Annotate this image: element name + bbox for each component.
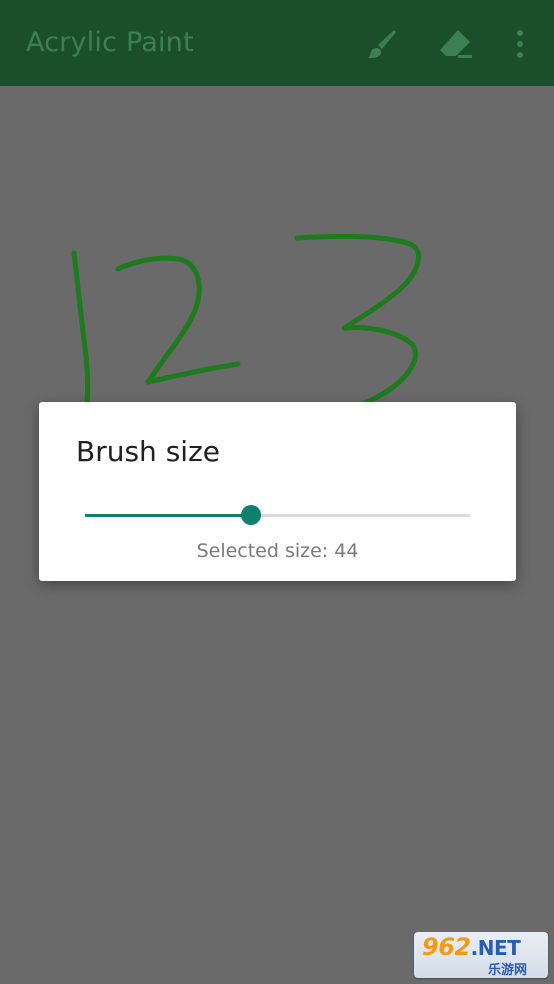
eraser-icon[interactable] (436, 24, 476, 64)
app-bar: Acrylic Paint (0, 0, 554, 86)
selected-size-label: Selected size: 44 (196, 540, 359, 562)
slider-thumb[interactable] (241, 505, 261, 525)
brush-size-dialog: Brush size Selected size: 44 (39, 402, 516, 581)
more-vert-icon[interactable] (500, 24, 540, 64)
watermark-sub: 乐游网 (488, 963, 528, 978)
app-title: Acrylic Paint (26, 27, 194, 58)
watermark-main: 962.NET (422, 933, 521, 961)
brush-icon[interactable] (361, 24, 401, 64)
dialog-title: Brush size (76, 435, 220, 468)
watermark-logo: 962.NET 乐游网 (414, 932, 548, 978)
brush-size-slider[interactable] (85, 503, 470, 527)
slider-fill (85, 514, 251, 517)
